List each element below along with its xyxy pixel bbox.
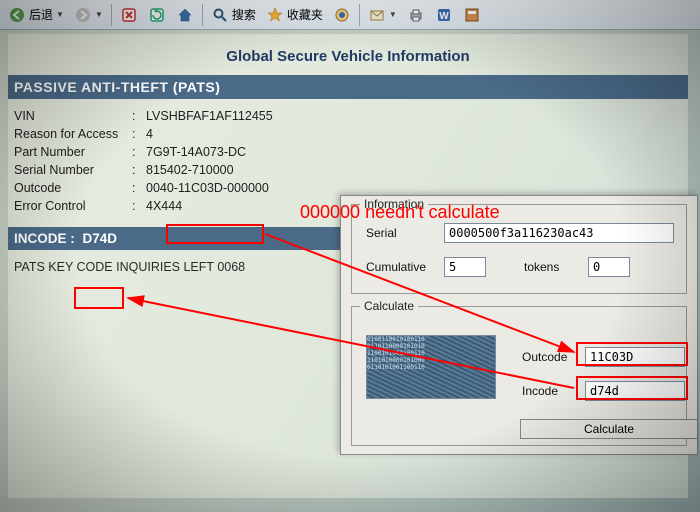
stop-icon [120,6,138,24]
group-information: Information Serial Cumulative tokens [351,204,687,294]
group-calculate: Calculate 010011001010011001101100001010… [351,306,687,446]
vin-value: LVSHBFAF1AF112455 [146,109,273,123]
calculate-button[interactable]: Calculate [520,419,698,439]
group-calculate-title: Calculate [360,299,418,313]
error-label: Error Control [14,199,132,213]
dlg-tokens-label: tokens [524,260,580,274]
dlg-serial-input[interactable] [444,223,674,243]
refresh-button[interactable] [144,4,170,26]
section-header: PASSIVE ANTI-THEFT (PATS) [8,75,688,99]
search-label: 搜索 [232,6,256,23]
incode-label: INCODE : [14,231,75,246]
app-icon [463,6,481,24]
refresh-icon [148,6,166,24]
svg-text:W: W [439,11,449,22]
mail-button[interactable]: ▼ [364,4,401,26]
incode-value: D74D [79,231,122,246]
stop-button[interactable] [116,4,142,26]
dlg-cumulative-label: Cumulative [366,260,436,274]
back-label: 后退 [29,6,53,23]
calculator-dialog: Information Serial Cumulative tokens Cal… [340,195,698,455]
dlg-outcode-label: Outcode [522,350,577,364]
outcode-value: 0040-11C03D-000000 [146,181,269,195]
row-serial: Serial Number: 815402-710000 [14,161,684,179]
inquiries-value: 0068 [217,260,245,274]
dlg-cumulative-input[interactable] [444,257,486,277]
error-value: 4X444 [146,199,182,213]
back-icon [8,6,26,24]
group-information-title: Information [360,197,428,211]
word-button[interactable]: W [431,4,457,26]
star-icon [266,6,284,24]
inquiries-label: PATS KEY CODE INQUIRIES LEFT [14,260,214,274]
serial-value: 815402-710000 [146,163,234,177]
page-title: Global Secure Vehicle Information [8,34,688,75]
row-reason: Reason for Access: 4 [14,125,684,143]
serial-label: Serial Number [14,163,132,177]
app-button[interactable] [459,4,485,26]
mail-icon [368,6,386,24]
separator [111,4,112,26]
home-icon [176,6,194,24]
word-icon: W [435,6,453,24]
outcode-label: Outcode [14,181,132,195]
vin-label: VIN [14,109,132,123]
chevron-down-icon: ▼ [56,10,64,19]
history-button[interactable] [329,4,355,26]
separator [202,4,203,26]
print-icon [407,6,425,24]
dlg-incode-input[interactable] [585,381,685,401]
browser-toolbar: 后退 ▼ ▼ 搜索 收藏夹 ▼ W [0,0,700,30]
reason-label: Reason for Access [14,127,132,141]
search-icon [211,6,229,24]
row-vin: VIN: LVSHBFAF1AF112455 [14,107,684,125]
search-button[interactable]: 搜索 [207,4,260,26]
row-part: Part Number: 7G9T-14A073-DC [14,143,684,161]
part-label: Part Number [14,145,132,159]
forward-icon [74,6,92,24]
part-value: 7G9T-14A073-DC [146,145,246,159]
history-icon [333,6,351,24]
dlg-serial-label: Serial [366,226,436,240]
forward-button[interactable]: ▼ [70,4,107,26]
print-button[interactable] [403,4,429,26]
chevron-down-icon: ▼ [95,10,103,19]
dlg-tokens-input[interactable] [588,257,630,277]
separator [359,4,360,26]
favorites-button[interactable]: 收藏夹 [262,4,327,26]
favorites-label: 收藏夹 [287,6,323,23]
dlg-incode-label: Incode [522,384,577,398]
hologram-image: 0100110010100110011011000010101011001010… [366,335,496,399]
dlg-outcode-input[interactable] [585,347,685,367]
back-button[interactable]: 后退 ▼ [4,4,68,26]
reason-value: 4 [146,127,153,141]
chevron-down-icon: ▼ [389,10,397,19]
home-button[interactable] [172,4,198,26]
